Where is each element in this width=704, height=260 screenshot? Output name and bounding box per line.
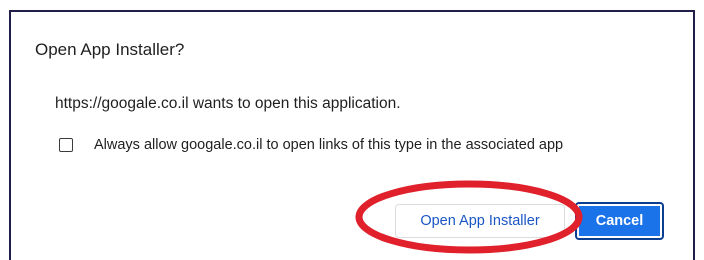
dialog-title: Open App Installer? — [35, 40, 185, 59]
always-allow-checkbox[interactable] — [59, 138, 73, 152]
dialog-message: https://googale.co.il wants to open this… — [55, 95, 401, 112]
cancel-button[interactable]: Cancel — [575, 202, 664, 240]
always-allow-label[interactable]: Always allow googale.co.il to open links… — [94, 135, 563, 155]
open-app-installer-button[interactable]: Open App Installer — [395, 204, 565, 238]
